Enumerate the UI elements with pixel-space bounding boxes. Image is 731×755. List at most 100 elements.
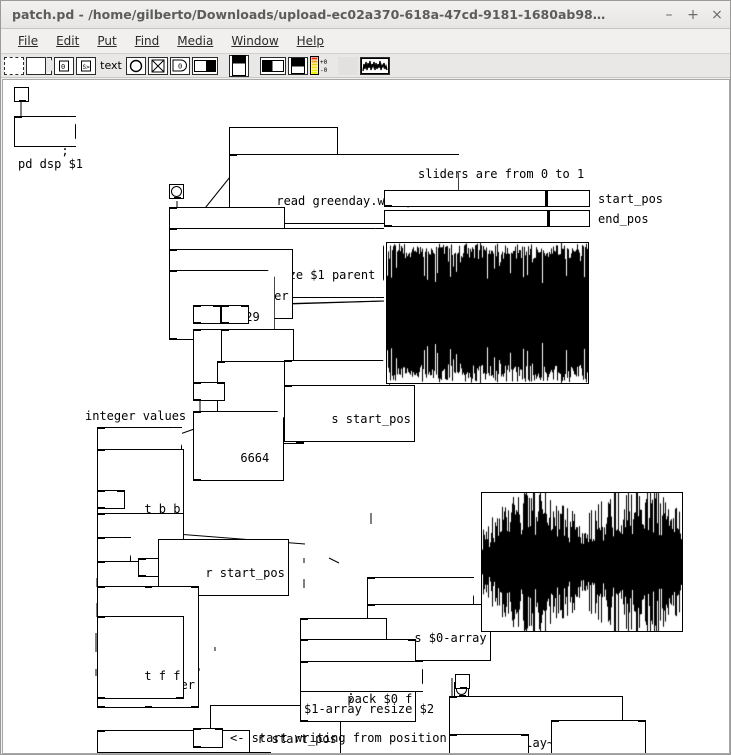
inlet: [98, 427, 105, 429]
outlet: [170, 338, 177, 340]
inlet-right: [521, 734, 529, 736]
object-tool-icon[interactable]: [26, 56, 52, 75]
start-pos-slider[interactable]: [384, 190, 590, 207]
parent-array-graph[interactable]: parent: [386, 242, 589, 384]
multiply-left-object[interactable]: *: [193, 305, 248, 372]
inlet: [285, 385, 292, 387]
send-dollar0-array-label: s $0-array: [414, 631, 487, 645]
outlet: [385, 205, 392, 207]
array-tool-icon[interactable]: [360, 56, 390, 75]
vradio-tool-icon[interactable]: [288, 56, 308, 75]
svg-text:0: 0: [178, 63, 182, 71]
menu-put[interactable]: Put: [88, 32, 125, 50]
dollar0-array-graph[interactable]: $0-array: [481, 492, 683, 632]
outlet: [194, 322, 201, 324]
subtract-bottom-object[interactable]: -: [193, 728, 223, 748]
vradio-glyph: [291, 57, 305, 74]
inlet: [368, 577, 375, 579]
menu-bar: File Edit Put Find Media Window Help: [1, 29, 730, 54]
toggle-tool-icon[interactable]: [148, 56, 168, 75]
float-left-object[interactable]: f: [97, 490, 152, 557]
end-pos-slider[interactable]: [384, 210, 590, 227]
outlet: [222, 322, 229, 324]
menu-window[interactable]: Window: [222, 32, 287, 50]
menu-media[interactable]: Media: [168, 32, 222, 50]
dollar0-array-waveform: [482, 493, 682, 631]
menu-window-label: Window: [231, 34, 279, 48]
number2-tool-icon[interactable]: 0: [170, 56, 190, 75]
message-tool-icon[interactable]: 0: [54, 56, 74, 75]
svg-text:-0: -0: [320, 67, 328, 74]
outlet-middle: [144, 706, 152, 708]
inlet: [285, 360, 292, 362]
outlet-left: [98, 706, 105, 708]
vslider-tool-icon[interactable]: [229, 54, 249, 77]
slider-knob[interactable]: [545, 191, 548, 206]
menu-put-label: Put: [97, 34, 117, 48]
inlet-left: [194, 728, 201, 730]
hradio-tool-icon[interactable]: [260, 56, 286, 75]
outlet: [139, 575, 146, 577]
inlet-left: [98, 490, 105, 492]
openpanel-bang[interactable]: [169, 184, 184, 199]
patch-canvas[interactable]: ; pd dsp $1 loadbang read greenday.wav p…: [2, 79, 730, 754]
spigot-toggle[interactable]: [455, 674, 470, 689]
comment-tool-icon[interactable]: text: [98, 57, 124, 75]
outlet: [194, 479, 201, 481]
menu-help[interactable]: Help: [288, 32, 333, 50]
spigot-object[interactable]: spigot: [551, 720, 646, 753]
menu-media-label: Media: [177, 34, 214, 48]
svg-text:0: 0: [61, 63, 65, 71]
inlet: [194, 411, 201, 413]
send-start-pos-object[interactable]: s start_pos: [284, 385, 415, 442]
canvas-tool-icon[interactable]: [338, 56, 358, 75]
pd-dsp-message[interactable]: ; pd dsp $1: [14, 116, 83, 171]
menu-file-label: File: [18, 34, 39, 48]
inlet-right: [213, 305, 220, 307]
subtract-top-object[interactable]: -: [193, 382, 248, 449]
hslider-tool-icon[interactable]: [192, 56, 218, 75]
array-resize-message[interactable]: ; $1-array resize $2: [300, 661, 434, 716]
outlet: [194, 399, 201, 401]
slider-knob[interactable]: [547, 211, 550, 226]
array-glyph: [361, 57, 389, 74]
bang-glyph: [129, 59, 143, 72]
difference-number-value: 6664: [240, 451, 270, 465]
bang-tool-icon[interactable]: [126, 56, 146, 75]
menu-file[interactable]: File: [9, 32, 47, 50]
outlet: [385, 225, 392, 227]
inlet-right: [408, 639, 416, 641]
outlet: [173, 197, 181, 199]
pd-main-window: patch.pd - /home/gilberto/Downloads/uplo…: [0, 0, 731, 755]
vu-meter-glyph: +0 -0: [310, 56, 328, 75]
send-start-pos-label: s start_pos: [331, 412, 411, 426]
close-button[interactable]: ×: [710, 8, 724, 22]
multiply-right-object[interactable]: *: [221, 305, 276, 372]
tabwrite-object[interactable]: tabwrite $0-array: [97, 752, 272, 753]
inlet: [222, 329, 229, 331]
outlet-left: [98, 697, 105, 699]
inlet-left: [552, 720, 559, 722]
tool-bar: 0 S> text 0 +0 -0: [1, 54, 730, 78]
outlet: [459, 687, 467, 689]
trigger-float-float-lower[interactable]: t f f: [97, 616, 185, 699]
dsp-toggle[interactable]: [14, 87, 29, 102]
inlet-left: [98, 586, 105, 588]
parent-array-waveform: [387, 243, 588, 383]
menu-edit[interactable]: Edit: [47, 32, 88, 50]
start-pos-slider-label: start_pos: [598, 192, 664, 206]
outlet: [18, 100, 26, 102]
receive-start-pos-upper-label: r start_pos: [205, 566, 285, 580]
vu-meter-tool-icon[interactable]: +0 -0: [310, 56, 336, 75]
inlet: [98, 752, 105, 753]
difference-number-box[interactable]: 6664: [193, 411, 284, 481]
symbol-tool-icon[interactable]: S>: [76, 56, 96, 75]
inlet: [98, 513, 105, 515]
inlet: [98, 537, 105, 539]
selection-tool-icon[interactable]: [4, 56, 24, 75]
maximize-button[interactable]: +: [686, 8, 700, 22]
inlet: [170, 249, 177, 251]
dac-object[interactable]: dac~: [449, 734, 530, 753]
menu-find[interactable]: Find: [126, 32, 169, 50]
minimize-button[interactable]: –: [662, 8, 676, 22]
